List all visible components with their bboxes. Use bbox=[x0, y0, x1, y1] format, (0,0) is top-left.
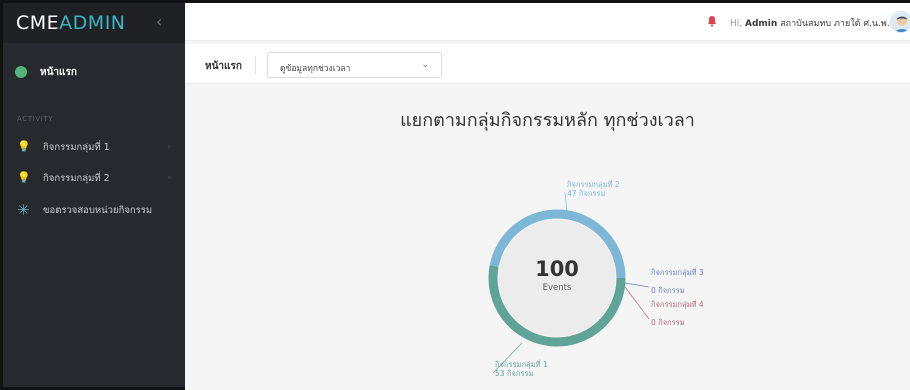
user-name: Admin bbox=[745, 19, 778, 29]
slice-value-label: 53 กิจกรรม bbox=[495, 369, 533, 378]
sidebar-item-label: กิจกรรมกลุ่มที่ 2 bbox=[43, 172, 110, 184]
avatar[interactable] bbox=[890, 11, 910, 33]
donut-chart: 100 Events กิจกรรมกลุ่มที่ 153 กิจกรรม กิ… bbox=[488, 179, 704, 378]
chevron-right-icon: › bbox=[167, 142, 171, 152]
label-leader-line bbox=[624, 282, 650, 288]
center-label: Events bbox=[543, 283, 572, 293]
label-leader-line bbox=[624, 286, 650, 320]
slice-name-label: กิจกรรมกลุ่มที่ 3 bbox=[651, 267, 704, 277]
sidebar-section-title: ACTIVITY bbox=[17, 115, 54, 123]
slice-name-label: กิจกรรมกลุ่มที่ 1 bbox=[495, 359, 548, 369]
user-org: สถาบันสมทบ ภายใต้ ศ.น.พ. bbox=[780, 19, 890, 29]
dashboard-icon bbox=[15, 66, 27, 78]
chevron-left-icon[interactable]: ‹ bbox=[156, 12, 162, 31]
slice-name-label: กิจกรรมกลุ่มที่ 2 bbox=[567, 179, 620, 189]
bell-icon[interactable] bbox=[706, 15, 718, 27]
lightbulb-icon: 💡 bbox=[17, 140, 31, 153]
chevron-right-icon: › bbox=[167, 173, 171, 183]
lightbulb-icon: 💡 bbox=[17, 171, 31, 184]
slice-value-label: 0 กิจกรรม bbox=[651, 286, 685, 295]
page-toolbar: หน้าแรก ดูข้อมูลทุกช่วงเวลา ⌄ bbox=[185, 44, 910, 84]
brand-part-1: CME bbox=[16, 12, 60, 34]
sidebar-item-label: หน้าแรก bbox=[40, 66, 77, 78]
slice-name-label: กิจกรรมกลุ่มที่ 4 bbox=[651, 299, 704, 309]
sidebar: CME ADMIN ‹ หน้าแรก ACTIVITY 💡 กิจกรรมกลุ… bbox=[3, 3, 185, 387]
sidebar-item-request-check[interactable]: ✳ ขอตรวจสอบหน่วยกิจกรรม bbox=[3, 199, 185, 221]
chevron-down-icon: ⌄ bbox=[421, 60, 429, 70]
select-value: ดูข้อมูลทุกช่วงเวลา bbox=[280, 64, 351, 74]
slice-value-label: 0 กิจกรรม bbox=[651, 318, 685, 327]
user-greeting[interactable]: Hi, Admin สถาบันสมทบ ภายใต้ ศ.น.พ. bbox=[730, 16, 890, 30]
time-range-select[interactable]: ดูข้อมูลทุกช่วงเวลา ⌄ bbox=[267, 52, 442, 78]
top-header: Hi, Admin สถาบันสมทบ ภายใต้ ศ.น.พ. bbox=[185, 3, 910, 41]
page-title: หน้าแรก bbox=[205, 61, 242, 72]
center-value: 100 bbox=[535, 257, 579, 281]
sidebar-item-label: ขอตรวจสอบหน่วยกิจกรรม bbox=[43, 204, 153, 216]
sidebar-item-group-2[interactable]: 💡 กิจกรรมกลุ่มที่ 2 › bbox=[3, 167, 185, 189]
greeting-prefix: Hi, bbox=[730, 19, 743, 29]
sidebar-item-home[interactable]: หน้าแรก bbox=[3, 56, 185, 88]
slice-value-label: 47 กิจกรรม bbox=[567, 189, 605, 198]
main-content: แยกตามกลุ่มกิจกรรมหลัก ทุกช่วงเวลา 100 E… bbox=[185, 85, 910, 390]
sidebar-item-group-1[interactable]: 💡 กิจกรรมกลุ่มที่ 1 › bbox=[3, 136, 185, 158]
brand-part-2: ADMIN bbox=[59, 12, 126, 34]
sidebar-item-label: กิจกรรมกลุ่มที่ 1 bbox=[43, 141, 110, 153]
divider bbox=[255, 56, 256, 74]
asterisk-icon: ✳ bbox=[17, 201, 30, 219]
user-avatar-icon bbox=[891, 12, 910, 32]
